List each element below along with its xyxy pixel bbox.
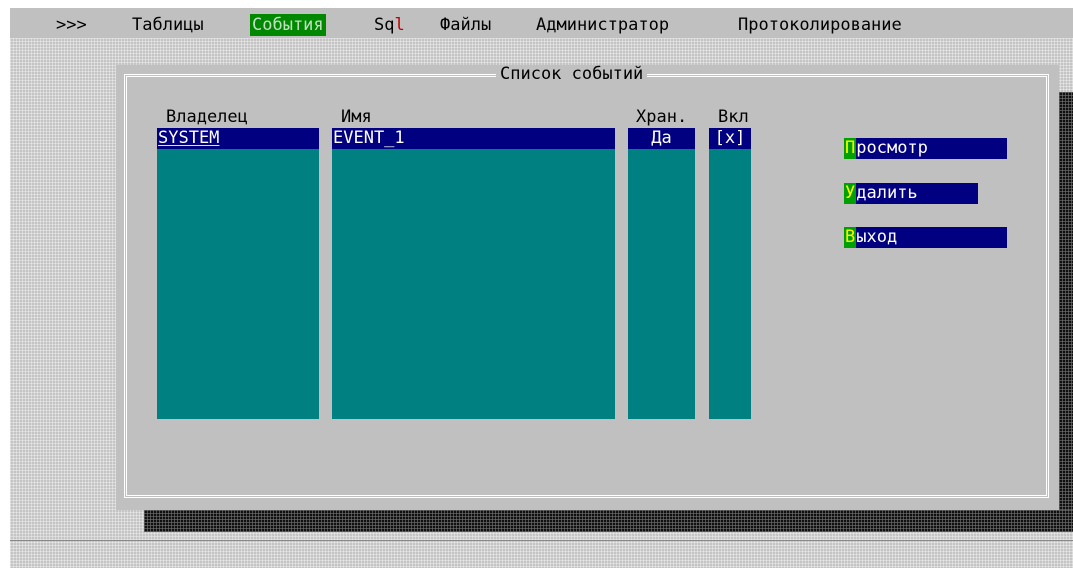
list-item-owner[interactable]: SYSTEM: [157, 128, 319, 149]
menu-item-logging[interactable]: Протоколирование: [738, 14, 902, 36]
column-header-enabled: Вкл: [718, 107, 749, 127]
menu-item-sql-hotkey: l: [394, 15, 405, 35]
menu-item-administrator[interactable]: Администратор: [536, 14, 669, 36]
view-button-hotkey: П: [844, 138, 857, 159]
delete-button-label: далить: [856, 183, 918, 203]
dialog-shadow: [144, 510, 1073, 532]
stored-list[interactable]: Да: [628, 128, 695, 419]
view-button-label: росмотр: [856, 138, 928, 158]
menu-item-sql-label: Sq: [374, 15, 395, 35]
column-header-owner: Владелец: [166, 107, 248, 127]
events-list-dialog: Список событий Владелец Имя Хран. Вкл SY…: [116, 65, 1059, 510]
view-button[interactable]: Просмотр: [844, 138, 1007, 159]
name-list[interactable]: EVENT_1: [332, 128, 615, 419]
menu-item-tables[interactable]: Таблицы: [132, 14, 204, 36]
dialog-shadow: [1059, 92, 1073, 524]
delete-button[interactable]: Удалить: [844, 183, 978, 204]
menu-item-more[interactable]: >>>: [56, 14, 87, 36]
list-item-owner-text: SYSTEM: [158, 128, 220, 148]
exit-button[interactable]: Выход: [844, 227, 1007, 248]
owner-list[interactable]: SYSTEM: [157, 128, 319, 419]
enabled-list[interactable]: [x]: [709, 128, 751, 419]
column-header-stored: Хран.: [636, 107, 688, 127]
menu-item-sql[interactable]: Sql: [374, 14, 405, 36]
column-header-name: Имя: [341, 107, 372, 127]
dialog-title: Список событий: [496, 65, 648, 85]
desktop: >>> Таблицы События Sql Файлы Администра…: [10, 8, 1073, 568]
exit-button-hotkey: В: [844, 227, 857, 248]
list-item-enabled-checkbox[interactable]: [x]: [709, 128, 751, 149]
menu-bar: >>> Таблицы События Sql Файлы Администра…: [10, 8, 1073, 38]
list-item-stored[interactable]: Да: [628, 128, 695, 149]
exit-button-label: ыход: [856, 227, 898, 247]
list-item-name[interactable]: EVENT_1: [332, 128, 615, 149]
delete-button-hotkey: У: [844, 183, 857, 204]
menu-item-events[interactable]: События: [250, 14, 326, 36]
menu-item-files[interactable]: Файлы: [440, 14, 491, 36]
status-line-divider: [10, 540, 1073, 541]
